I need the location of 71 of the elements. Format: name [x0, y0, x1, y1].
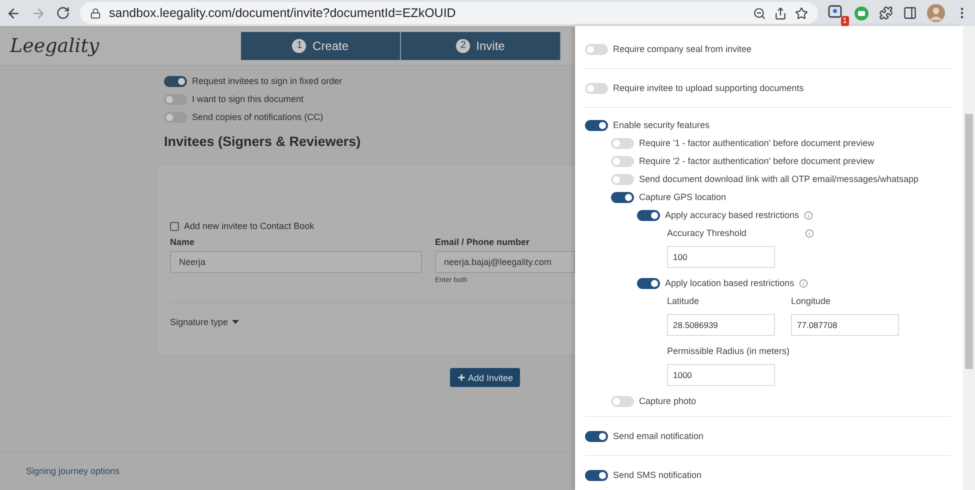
lock-icon — [90, 8, 101, 18]
toggle-switch[interactable] — [585, 44, 608, 54]
setting-label: Apply location based restrictions — [665, 278, 794, 288]
toggle-switch[interactable] — [585, 470, 608, 480]
star-icon[interactable] — [795, 6, 808, 20]
caret-icon — [232, 320, 240, 324]
toggle-switch[interactable] — [611, 192, 634, 202]
option-label: I want to sign this document — [192, 94, 304, 104]
field-label: Name — [170, 237, 196, 247]
info-icon[interactable] — [805, 228, 814, 238]
setting-label: Capture photo — [639, 396, 696, 406]
step-tab[interactable]: 1 Create — [241, 32, 401, 60]
signing-journey-link[interactable]: Signing journey options — [26, 466, 120, 476]
toggle-switch[interactable] — [611, 174, 634, 184]
step-tab[interactable]: 2 Invite — [401, 32, 561, 60]
field-label: Permissible Radius (in meters) — [667, 346, 790, 356]
setting-label: Send email notification — [613, 431, 704, 441]
side-panel-icon[interactable] — [903, 6, 917, 20]
setting-label: Send document download link with all OTP email/messages/whatsapp — [639, 174, 918, 184]
step-number: 2 — [456, 38, 470, 52]
plus-icon — [457, 373, 466, 382]
scrollbar[interactable] — [963, 26, 975, 490]
setting-label: Enable security features — [613, 120, 710, 130]
field-label: Email / Phone number — [435, 237, 531, 247]
toggle-switch[interactable] — [637, 278, 660, 288]
input-field[interactable]: 28.5086939 — [667, 314, 775, 336]
reload-icon[interactable] — [56, 6, 70, 20]
toggle-switch[interactable] — [585, 82, 608, 94]
checkbox-label: Add new invitee to Contact Book — [184, 221, 314, 231]
toggle-switch[interactable] — [585, 430, 608, 442]
info-icon[interactable] — [799, 278, 808, 288]
logo: Leegality — [8, 34, 100, 56]
signature-type-dropdown[interactable]: Signature type — [170, 317, 575, 327]
url-text: sandbox.leegality.com/document/invite?documentId=EZkOUID — [109, 6, 457, 20]
input-field[interactable]: 100 — [667, 246, 775, 268]
input-field[interactable]: neerja.bajaj@leegality.com — [435, 251, 575, 273]
setting-label: Send SMS notification — [613, 470, 702, 480]
extension-icon[interactable] — [828, 5, 842, 19]
toggle-switch[interactable] — [164, 76, 187, 86]
option-label: Request invitees to sign in fixed order — [192, 76, 342, 86]
toggle-switch[interactable] — [611, 396, 634, 406]
field-label: Latitude — [667, 296, 700, 306]
field-label: Accuracy Threshold — [667, 228, 748, 238]
toggle-switch[interactable] — [585, 120, 608, 130]
setting-label: Require invitee to upload supporting documents — [613, 83, 804, 93]
toggle-switch[interactable] — [164, 112, 187, 122]
back-icon[interactable] — [6, 6, 21, 20]
puzzle-icon[interactable] — [879, 6, 893, 20]
input-field[interactable]: 1000 — [667, 364, 775, 386]
checkbox[interactable] — [170, 222, 179, 230]
setting-label: Require '1 - factor authentication' before document preview — [639, 138, 874, 148]
section-heading: Invitees (Signers & Reviewers) — [164, 134, 362, 149]
notification-badge: 1 — [840, 16, 849, 26]
toggle-switch[interactable] — [637, 210, 660, 220]
add-invitee-button[interactable]: Add Invitee — [450, 368, 520, 387]
toggle-switch[interactable] — [164, 94, 187, 104]
toggle-switch[interactable] — [611, 138, 634, 148]
zoom-out-icon[interactable] — [753, 6, 766, 20]
setting-label: Require company seal from invitee — [613, 44, 752, 54]
input-field[interactable]: Neerja — [170, 251, 422, 273]
field-label: Longitude — [791, 296, 831, 306]
toggle-switch[interactable] — [611, 156, 634, 166]
step-number: 1 — [292, 38, 306, 52]
option-label: Send copies of notifications (CC) — [192, 112, 324, 122]
share-icon[interactable] — [774, 6, 787, 20]
info-icon[interactable] — [804, 210, 814, 220]
setting-label: Capture GPS location — [639, 192, 726, 202]
address-bar[interactable]: sandbox.leegality.com/document/invite?documentId=EZkOUID — [80, 2, 818, 24]
setting-label: Require '2 - factor authentication' before document preview — [639, 156, 874, 166]
setting-label: Apply accuracy based restrictions — [665, 210, 800, 220]
input-field[interactable]: 77.087708 — [791, 314, 899, 336]
